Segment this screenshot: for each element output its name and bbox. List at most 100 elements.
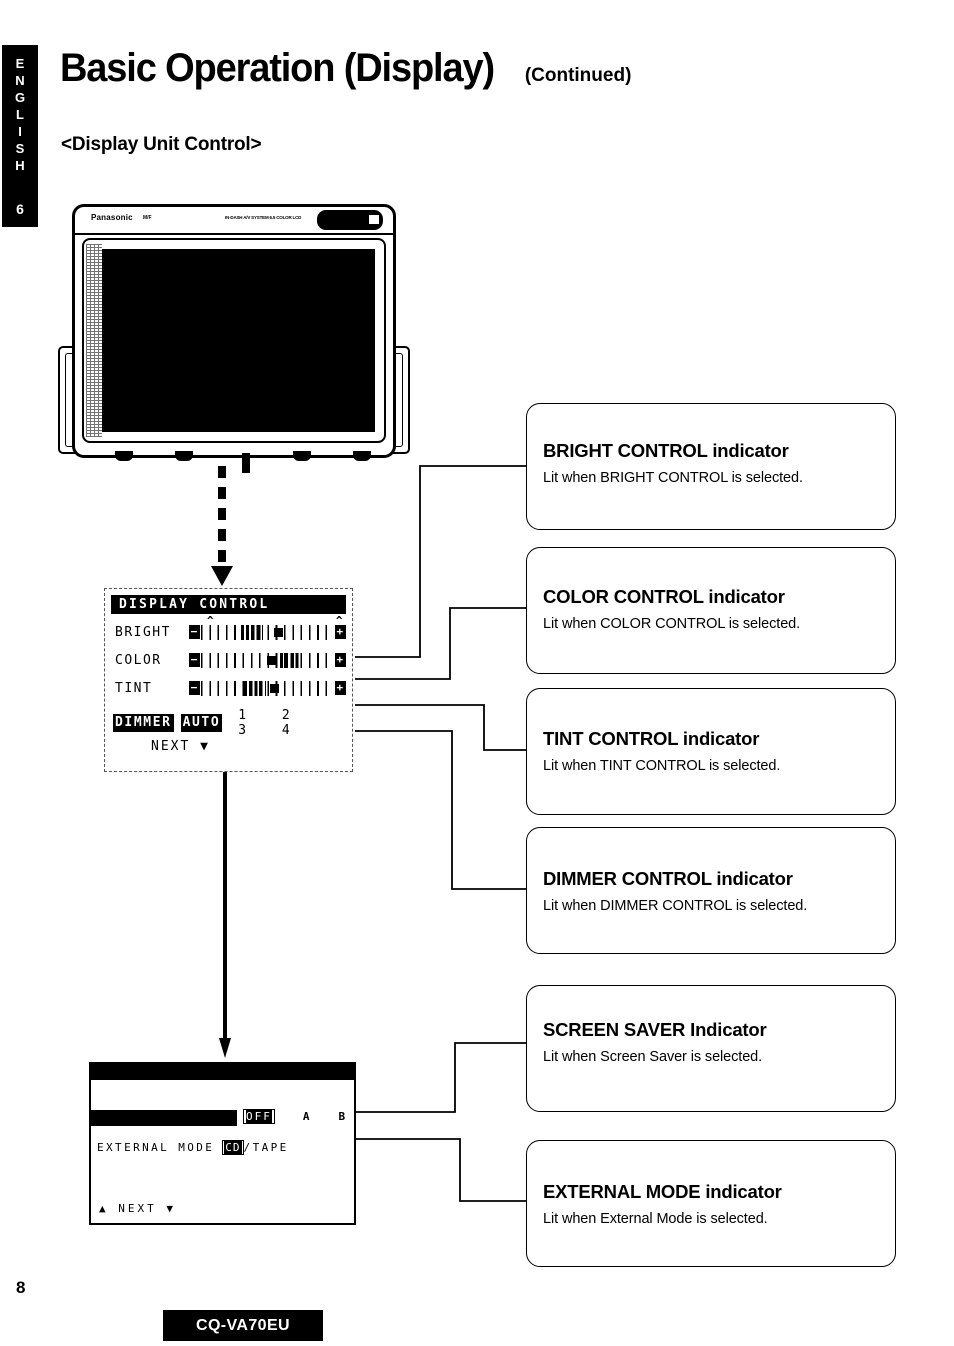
unit-center-stem (242, 453, 250, 473)
solid-arrow-down-icon (219, 772, 231, 1060)
callout-bright-control: BRIGHT CONTROL indicator Lit when BRIGHT… (526, 403, 896, 530)
connector-bright (355, 465, 527, 658)
osd-row-bright[interactable]: BRIGHT − + ^ ^ (115, 615, 346, 643)
connector-screen-saver (356, 1042, 527, 1113)
callout-external-mode: EXTERNAL MODE indicator Lit when Externa… (526, 1140, 896, 1267)
osd-label-color: COLOR (115, 652, 162, 668)
osd-plus-button[interactable]: + (335, 681, 346, 695)
osd2-screen-saver-selected[interactable]: OFF (243, 1109, 275, 1124)
osd-slider-cursor[interactable] (274, 627, 283, 637)
osd-slider-track[interactable] (201, 680, 334, 696)
callout-tint-control: TINT CONTROL indicator Lit when TINT CON… (526, 688, 896, 815)
unit-body: Panasonic M/F IN-DASH A/V SYSTEM 6.5 COL… (72, 204, 396, 473)
panasonic-logo: Panasonic (91, 213, 133, 222)
page-number: 8 (16, 1278, 26, 1297)
osd-row-tint[interactable]: TINT − + (115, 677, 346, 699)
connector-dimmer (355, 730, 527, 890)
osd2-external-mode-value[interactable]: CD (222, 1140, 244, 1155)
osd-minus-button[interactable]: − (189, 625, 200, 639)
osd2-screen-saver-option-a[interactable]: A (303, 1110, 311, 1123)
page-title: Basic Operation (Display) (60, 46, 495, 90)
section-subtitle: <Display Unit Control> (61, 134, 262, 155)
manual-page: E N G L I S H 6 Basic Operation (Display… (0, 0, 954, 1346)
osd-dimmer-levels[interactable]: 1 2 3 4 (238, 708, 346, 738)
callout-description: Lit when External Mode is selected. (543, 1211, 768, 1227)
unit-screen-frame (82, 238, 386, 443)
language-side-tab: E N G L I S H 6 (2, 45, 38, 227)
osd2-screen-saver-values[interactable]: OFF A B (243, 1109, 346, 1124)
callout-description: Lit when COLOR CONTROL is selected. (543, 616, 801, 632)
unit-screen-texture (86, 244, 102, 437)
callout-dimmer-control: DIMMER CONTROL indicator Lit when DIMMER… (526, 827, 896, 954)
osd2-row-external-mode[interactable]: EXTERNAL MODE CD /TAPE (97, 1140, 289, 1155)
callout-title: COLOR CONTROL indicator (543, 586, 785, 607)
osd2-screen-saver-label-redaction (91, 1110, 237, 1126)
callout-description: Lit when Screen Saver is selected. (543, 1049, 763, 1065)
osd-slider-track[interactable] (201, 652, 334, 668)
osd-next-label[interactable]: NEXT ▼ (151, 739, 210, 754)
unit-brand-sub: M/F (143, 215, 152, 221)
unit-foot (115, 451, 133, 461)
language-letter: S (15, 141, 25, 156)
language-letter: N (15, 73, 25, 88)
language-letter: I (18, 124, 22, 139)
callout-title: DIMMER CONTROL indicator (543, 868, 793, 889)
unit-foot (353, 451, 371, 461)
osd-slider-tint[interactable]: − + (189, 680, 346, 697)
unit-top-bezel: Panasonic M/F IN-DASH A/V SYSTEM 6.5 COL… (75, 207, 393, 235)
callout-description: Lit when BRIGHT CONTROL is selected. (543, 470, 803, 486)
osd-row-dimmer[interactable]: DIMMER AUTO 1 2 3 4 (113, 708, 346, 738)
dashed-arrow-down-icon (211, 466, 233, 588)
osd-plus-button[interactable]: + (335, 653, 346, 667)
callout-screen-saver: SCREEN SAVER Indicator Lit when Screen S… (526, 985, 896, 1112)
osd2-external-mode-rest: /TAPE (243, 1141, 289, 1154)
language-letter: E (15, 56, 25, 71)
osd-plus-button[interactable]: + (335, 625, 346, 639)
osd-row-color[interactable]: COLOR − + (115, 649, 346, 671)
callout-title: SCREEN SAVER Indicator (543, 1019, 767, 1040)
connector-color (355, 607, 527, 680)
unit-foot (293, 451, 311, 461)
callout-title: TINT CONTROL indicator (543, 728, 760, 749)
osd-slider-cursor[interactable] (267, 655, 276, 665)
page-title-suffix: (Continued) (524, 65, 632, 86)
section-number: 6 (16, 201, 24, 217)
osd-second-screen: SCREEN SAVER OFF A B EXTERNAL MODE CD /T… (89, 1062, 356, 1225)
callout-title: EXTERNAL MODE indicator (543, 1181, 782, 1202)
callout-description: Lit when TINT CONTROL is selected. (543, 758, 781, 774)
display-unit-illustration: Panasonic M/F IN-DASH A/V SYSTEM 6.5 COL… (58, 198, 410, 473)
osd-slider-track[interactable] (201, 624, 334, 640)
osd-minus-button[interactable]: − (189, 653, 200, 667)
osd-header-bar: DISPLAY CONTROL (111, 595, 346, 614)
caret-down-icon: ^ (207, 613, 216, 627)
language-letter: L (16, 107, 24, 122)
model-number-badge: CQ-VA70EU (163, 1310, 323, 1341)
caret-up-icon: ^ (335, 613, 344, 627)
osd-slider-color[interactable]: − + (189, 652, 346, 669)
language-letter: G (14, 90, 26, 105)
osd-label-tint: TINT (115, 680, 153, 696)
osd2-next-label[interactable]: ▲ NEXT ▼ (99, 1202, 176, 1215)
osd-label-bright: BRIGHT (115, 624, 171, 640)
language-letters: E N G L I S H (2, 55, 38, 174)
page-title-row: Basic Operation (Display) (Continued) (60, 46, 900, 91)
osd-slider-cursor[interactable] (270, 683, 279, 693)
connector-external-mode (356, 1138, 527, 1202)
osd2-screen-saver-option-b[interactable]: B (339, 1110, 347, 1123)
callout-description: Lit when DIMMER CONTROL is selected. (543, 898, 808, 914)
callout-title: BRIGHT CONTROL indicator (543, 440, 789, 461)
unit-foot (175, 451, 193, 461)
osd2-label-external-mode: EXTERNAL MODE (97, 1141, 215, 1154)
osd-display-control-screen: DISPLAY CONTROL BRIGHT − + ^ ^ COLOR − +… (104, 588, 353, 772)
language-letter: H (15, 158, 25, 173)
callout-color-control: COLOR CONTROL indicator Lit when COLOR C… (526, 547, 896, 674)
connector-tint (355, 704, 527, 751)
unit-system-mark: IN-DASH A/V SYSTEM 6.5 COLOR LCD (225, 215, 302, 220)
osd-slider-bright[interactable]: − + ^ ^ (189, 615, 346, 641)
unit-lcd-screen (102, 249, 375, 432)
osd-label-dimmer[interactable]: DIMMER (113, 713, 174, 732)
unit-ir-led (369, 215, 379, 224)
osd2-header-band (91, 1064, 354, 1080)
osd-minus-button[interactable]: − (189, 681, 200, 695)
osd-dimmer-selected-value[interactable]: AUTO (180, 713, 223, 732)
